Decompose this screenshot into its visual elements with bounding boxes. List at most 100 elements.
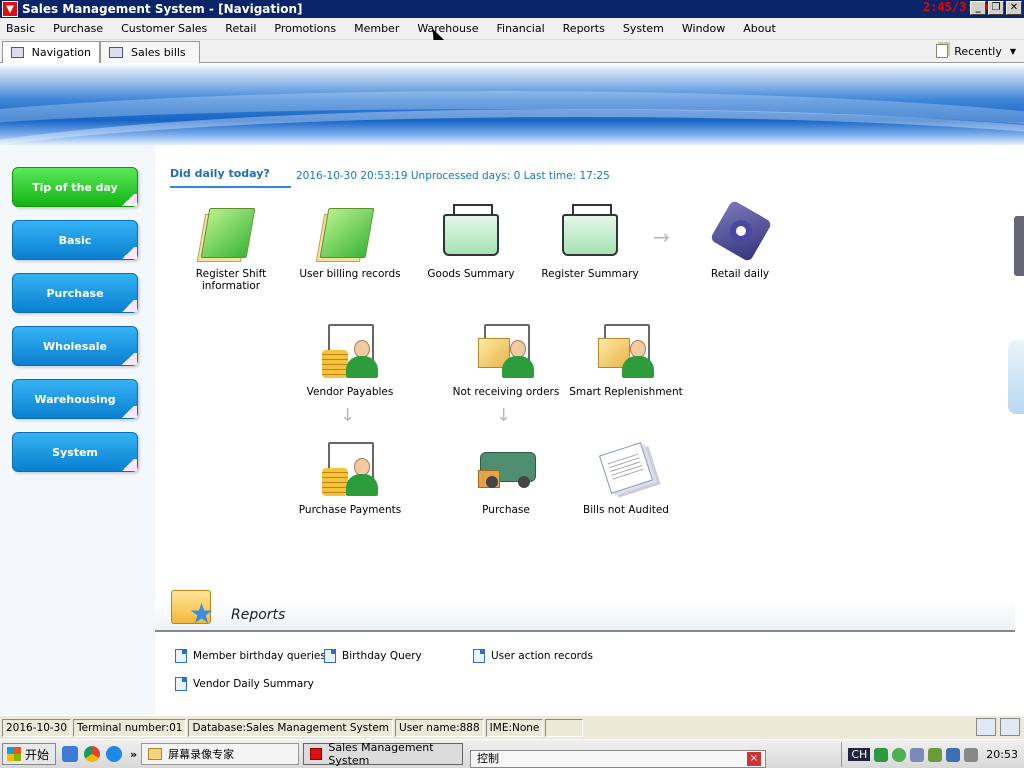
bills-not-audited-item[interactable]: Bills not Audited [561,436,691,516]
nav-label: Purchase [46,286,104,300]
menu-system[interactable]: System [617,18,676,40]
nav-label: Warehousing [34,392,116,406]
document-tab-strip: Navigation Sales bills Recently ▼ [0,40,1024,63]
status-terminal: Terminal number:01 [73,718,187,737]
nav-warehousing[interactable]: Warehousing [12,379,138,419]
side-dock-handle[interactable] [1014,216,1024,276]
chrome-icon[interactable] [84,746,101,762]
register-summary-label: Register Summary [541,268,639,280]
display-icon[interactable] [910,747,925,762]
vendor-payables-item[interactable]: Vendor Payables [285,318,415,398]
tab-navigation[interactable]: Navigation [2,41,100,63]
menu-customer-sales[interactable]: Customer Sales [115,18,219,40]
recent-docs-icon [936,44,949,58]
menu-promotions[interactable]: Promotions [268,18,348,40]
tab-sales-bills[interactable]: Sales bills [100,41,200,63]
menu-about[interactable]: About [737,18,788,40]
daily-status-text: 2016-10-30 20:53:19 Unprocessed days: 0 … [296,170,610,182]
left-navigation: Tip of the day Basic Purchase Wholesale … [0,145,152,715]
not-receiving-orders-item[interactable]: Not receiving orders [441,318,571,398]
report-doc-icon [324,649,336,663]
control-popup[interactable]: 控制 × [470,750,766,768]
report-doc-icon [175,677,187,691]
security-icon[interactable] [892,747,907,762]
start-button[interactable]: 开始 [2,743,57,765]
popup-label: 控制 [477,752,499,765]
nav-label: Wholesale [43,339,107,353]
nav-label: Tip of the day [32,180,118,194]
side-dock-tab[interactable] [1008,340,1024,414]
smart-replenishment-item[interactable]: Smart Replenishment [561,318,691,398]
clipboard-person-coins-icon [318,318,382,382]
navigation-content: Tip of the day Basic Purchase Wholesale … [0,145,1024,715]
report-link-member-birthday-queries[interactable]: Member birthday queries [175,649,326,663]
menu-window[interactable]: Window [676,18,737,40]
restore-button[interactable]: ❐ [988,1,1004,15]
nav-tip-of-the-day[interactable]: Tip of the day [12,167,138,207]
minimize-button[interactable]: _ [970,1,986,15]
user-billing-item[interactable]: User billing records [285,200,415,280]
status-database: Database:Sales Management System [188,718,394,737]
task-label: Sales Management System [328,741,434,767]
menu-retail[interactable]: Retail [219,18,268,40]
report-link-label: Vendor Daily Summary [193,678,314,690]
menu-reports[interactable]: Reports [557,18,617,40]
network-icon[interactable] [874,747,889,762]
language-indicator[interactable]: CH [848,748,871,761]
page-curl-icon [119,459,137,471]
task-sales-management-system[interactable]: Sales Management System [303,741,464,767]
usb-icon[interactable] [964,747,979,762]
status-ime: IME:None [485,718,544,737]
close-button[interactable]: ✕ [1006,1,1022,15]
clock[interactable]: 20:53 [986,748,1018,761]
report-link-birthday-query[interactable]: Birthday Query [324,649,422,663]
task-screen-recorder[interactable]: 屏幕录像专家 [141,743,300,765]
menu-purchase[interactable]: Purchase [47,18,115,40]
page-curl-icon [119,194,137,206]
vendor-payables-label: Vendor Payables [306,386,394,398]
layout-horizontal-icon[interactable] [976,718,996,736]
taskbar-overflow-chevron[interactable]: » [130,748,137,761]
folder-icon [148,748,163,760]
retail-daily-label: Retail daily [710,268,770,280]
menu-basic[interactable]: Basic [0,18,47,40]
menu-warehouse[interactable]: Warehouse [411,18,490,40]
title-bar: ▼ Sales Management System - [Navigation]… [0,0,1024,18]
header-banner [0,63,1024,145]
retail-daily-item[interactable]: Retail daily [675,199,805,280]
nav-basic[interactable]: Basic [12,220,138,260]
reports-folder-star-icon: ★ [171,582,219,628]
open-folder-icon [558,200,622,264]
green-folder-icon [196,200,263,264]
page-curl-icon [119,247,137,259]
tab-navigation-label: Navigation [31,46,91,59]
report-link-label: User action records [491,650,593,662]
volume-icon[interactable] [946,747,961,762]
status-empty [545,718,584,737]
menu-financial[interactable]: Financial [490,18,556,40]
recently-dropdown[interactable]: Recently ▼ [936,44,1016,58]
purchase-payments-item[interactable]: Purchase Payments [285,436,415,516]
purchase-item[interactable]: Purchase [441,436,571,516]
nav-system[interactable]: System [12,432,138,472]
goods-summary-item[interactable]: Goods Summary [406,200,536,280]
clipboard-person-box-icon [474,318,538,382]
update-icon[interactable] [928,747,943,762]
menu-member[interactable]: Member [348,18,411,40]
internet-explorer-icon[interactable] [106,746,123,762]
report-doc-icon [175,649,187,663]
nav-label: Basic [58,233,92,247]
nav-purchase[interactable]: Purchase [12,273,138,313]
register-shift-item[interactable]: Register Shift informatior [166,200,296,292]
report-link-vendor-daily-summary[interactable]: Vendor Daily Summary [175,677,314,691]
report-link-user-action-records[interactable]: User action records [473,649,593,663]
popup-close-button[interactable]: × [747,752,761,766]
system-tray: CH 20:53 [841,742,1024,767]
register-summary-item[interactable]: Register Summary [525,200,655,280]
nav-wholesale[interactable]: Wholesale [12,326,138,366]
dropdown-arrow-icon: ▼ [1009,46,1016,56]
arrow-right-icon: → [653,225,670,249]
layout-vertical-icon[interactable] [1000,718,1020,736]
quick-launch-ie-tool-icon[interactable] [62,746,79,762]
start-label: 开始 [25,747,50,762]
